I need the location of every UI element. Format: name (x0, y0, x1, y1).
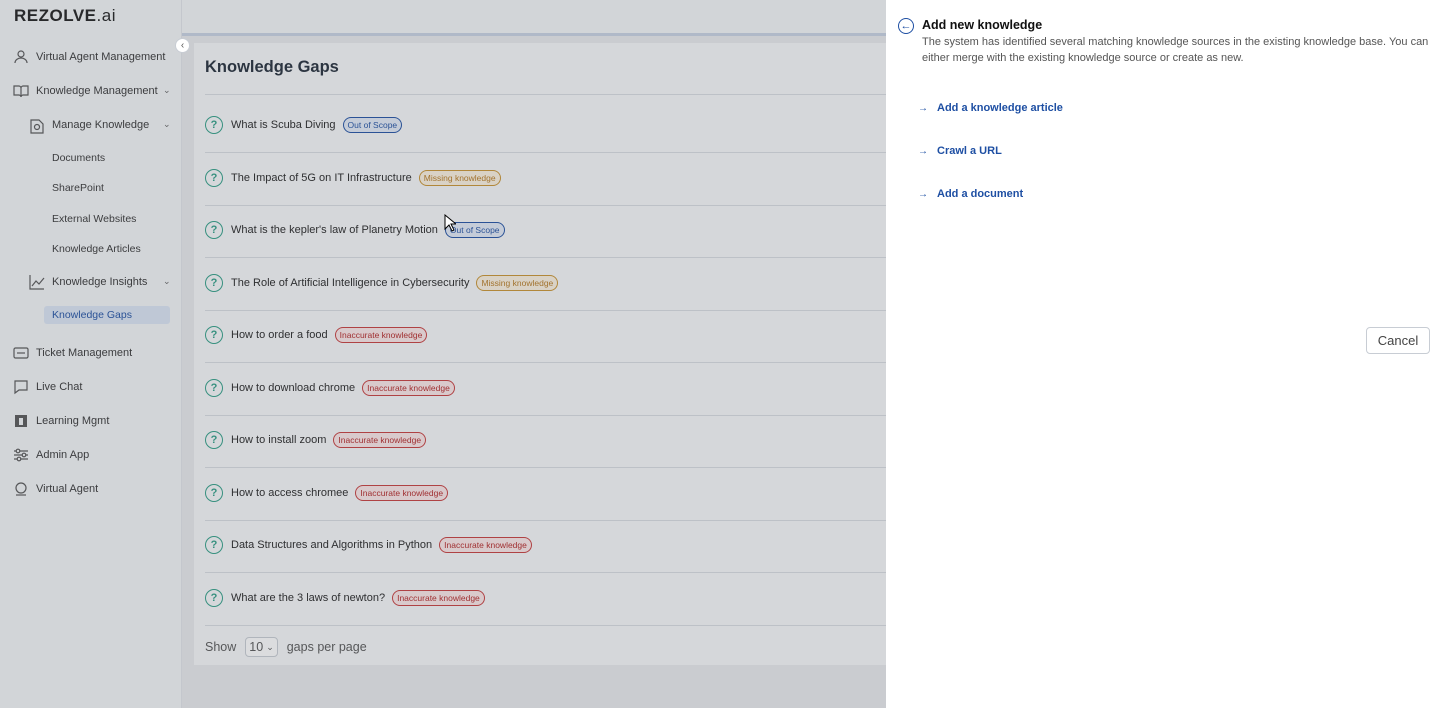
panel-title: Add new knowledge (922, 18, 1043, 32)
arrow-right-icon: → (918, 102, 928, 114)
crawl-url-option[interactable]: → Crawl a URL (918, 145, 1002, 157)
collapse-sidebar-button[interactable]: ‹ (175, 38, 190, 53)
add-knowledge-article-option[interactable]: → Add a knowledge article (918, 102, 1063, 114)
back-arrow-icon[interactable]: ← (898, 18, 914, 34)
arrow-right-icon: → (918, 145, 928, 157)
chevron-left-icon: ‹ (180, 40, 185, 51)
arrow-right-icon: → (918, 188, 928, 200)
add-document-option[interactable]: → Add a document (918, 188, 1023, 200)
modal-backdrop[interactable] (0, 0, 886, 708)
cancel-button[interactable]: Cancel (1366, 327, 1430, 354)
add-knowledge-panel: ← Add new knowledge The system has ident… (886, 0, 1440, 708)
panel-description: The system has identified several matchi… (922, 36, 1429, 64)
option-label: Add a knowledge article (937, 102, 1063, 114)
option-label: Add a document (937, 188, 1024, 200)
mouse-cursor-icon (444, 214, 456, 232)
option-label: Crawl a URL (937, 145, 1002, 157)
